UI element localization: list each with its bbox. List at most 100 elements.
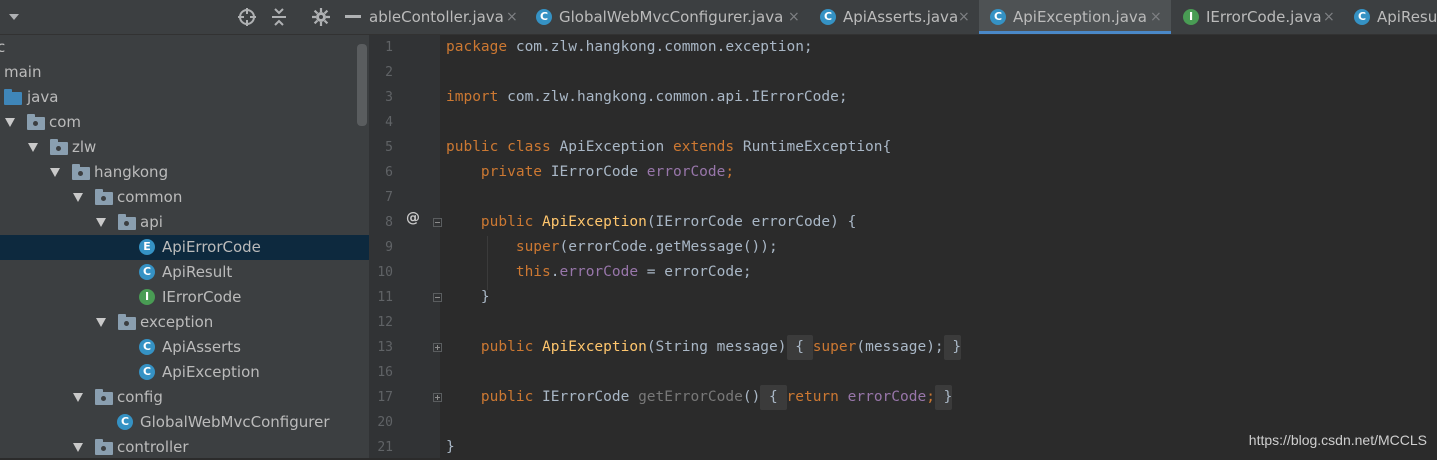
line-number: 2 [385,65,393,80]
tab-apiresult[interactable]: C ApiResu [1343,0,1437,34]
tree-item-apiresult[interactable]: C ApiResult [0,260,369,285]
tree-item-apierrorcode[interactable]: E ApiErrorCode [0,235,369,260]
line-number: 6 [385,165,393,180]
fold-minus-icon[interactable] [433,293,442,302]
tree-item-common[interactable]: common [0,185,369,210]
package-icon [72,164,90,180]
tab-apiasserts[interactable]: C ApiAsserts.java × [809,0,977,34]
expand-arrow-icon[interactable] [49,160,61,185]
tree-item-label: main [4,63,42,81]
tree-item-label: exception [140,313,214,331]
package-icon [27,114,45,130]
tree-item-hangkong[interactable]: hangkong [0,160,369,185]
code-line-21: } [446,439,455,455]
line-number: 16 [377,365,393,380]
tree-item-label: config [117,388,163,406]
code-line-11: } [480,289,490,305]
project-tree: c main java com zlw hangkong common api … [0,35,369,458]
fold-plus-icon[interactable] [433,343,442,352]
tree-item-label: com [49,113,82,131]
close-icon[interactable]: × [506,0,518,34]
tree-item-com[interactable]: com [0,110,369,135]
class-icon: C [536,9,552,25]
crosshair-icon[interactable] [237,7,257,27]
package-icon [95,389,113,405]
code-line-6: private IErrorCode errorCode; [480,164,735,180]
close-icon[interactable]: × [958,0,970,34]
line-number: 20 [377,415,393,430]
tab-globalwebmvcconfigurer[interactable]: C GlobalWebMvcConfigurer.java × [525,0,808,34]
class-icon: C [139,364,155,380]
line-number: 1 [385,40,393,55]
fold-plus-icon[interactable] [433,393,442,402]
dropdown-arrow-icon[interactable] [4,7,24,27]
source-folder-icon [4,89,22,105]
tree-item-label: hangkong [94,163,169,181]
expand-arrow-icon[interactable] [72,385,84,410]
tree-item-ierrorcode[interactable]: I IErrorCode [0,285,369,310]
tree-item[interactable]: c [0,35,369,60]
tree-item-globalwebmvcconfigurer[interactable]: C GlobalWebMvcConfigurer [0,410,369,435]
expand-arrow-icon[interactable] [95,310,107,335]
package-icon [95,189,113,205]
expand-arrow-icon[interactable] [27,135,39,160]
tree-item-label: IErrorCode [162,288,242,306]
package-icon [50,139,68,155]
expand-arrow-icon[interactable] [95,210,107,235]
tab-label: ApiException.java [1013,8,1147,26]
tree-item-label: controller [117,438,189,456]
line-number: 13 [377,340,393,355]
tree-item-label: common [117,188,183,206]
code-line-9: super(errorCode.getMessage()); [515,239,778,255]
tab-label: ableContoller.java [369,8,504,26]
class-icon: C [1354,9,1370,25]
close-icon[interactable]: × [1323,0,1335,34]
class-icon: C [117,414,133,430]
fold-minus-icon[interactable] [433,218,442,227]
tab-apiexception[interactable]: C ApiException.java × [979,0,1171,34]
close-icon[interactable]: × [788,0,800,34]
class-icon: C [820,9,836,25]
tree-item-main[interactable]: main [0,60,369,85]
package-icon [118,214,136,230]
tab-ierrorcode[interactable]: I IErrorCode.java × [1172,0,1342,34]
watermark: https://blog.csdn.net/MCCLS [1248,432,1427,448]
expand-arrow-icon[interactable] [72,185,84,210]
tree-item-label: c [0,38,6,56]
minimize-icon[interactable] [343,7,363,27]
tree-item-label: zlw [72,138,97,156]
expand-arrow-icon[interactable] [4,110,16,135]
tree-item-exception[interactable]: exception [0,310,369,335]
tree-item-controller[interactable]: controller [0,435,369,458]
class-icon: C [139,264,155,280]
code-line-8: public ApiException(IErrorCode errorCode… [480,214,857,230]
line-number: 7 [385,190,393,205]
line-number: 5 [385,140,393,155]
interface-icon: I [139,289,155,305]
tree-item-java[interactable]: java [0,85,369,110]
tree-item-label: ApiResult [162,263,233,281]
tab-label: ApiResu [1377,8,1437,26]
override-marker-icon[interactable]: @ [406,210,420,226]
gear-icon[interactable] [311,7,331,27]
code-line-1: package com.zlw.hangkong.common.exceptio… [446,39,813,55]
line-number: 10 [377,265,393,280]
tab-tablecontoller[interactable]: ableContoller.java × [369,0,524,34]
close-icon[interactable]: × [1150,0,1162,34]
package-icon [95,439,113,455]
line-number: 11 [377,290,393,305]
project-scrollbar[interactable] [357,44,367,126]
code-line-5: public class ApiException extends Runtim… [446,139,892,155]
tree-item-apiexception[interactable]: C ApiException [0,360,369,385]
package-icon [118,314,136,330]
tree-item-apiasserts[interactable]: C ApiAsserts [0,335,369,360]
tree-item-zlw[interactable]: zlw [0,135,369,160]
code-line-17: public IErrorCode getErrorCode() { retur… [446,385,953,410]
expand-arrow-icon[interactable] [72,435,84,458]
collapse-icon[interactable] [269,7,289,27]
editor-tab-bar: ableContoller.java × C GlobalWebMvcConfi… [369,0,1437,35]
tree-item-label: ApiException [162,363,260,381]
class-icon: C [990,9,1006,25]
tree-item-api[interactable]: api [0,210,369,235]
tree-item-config[interactable]: config [0,385,369,410]
